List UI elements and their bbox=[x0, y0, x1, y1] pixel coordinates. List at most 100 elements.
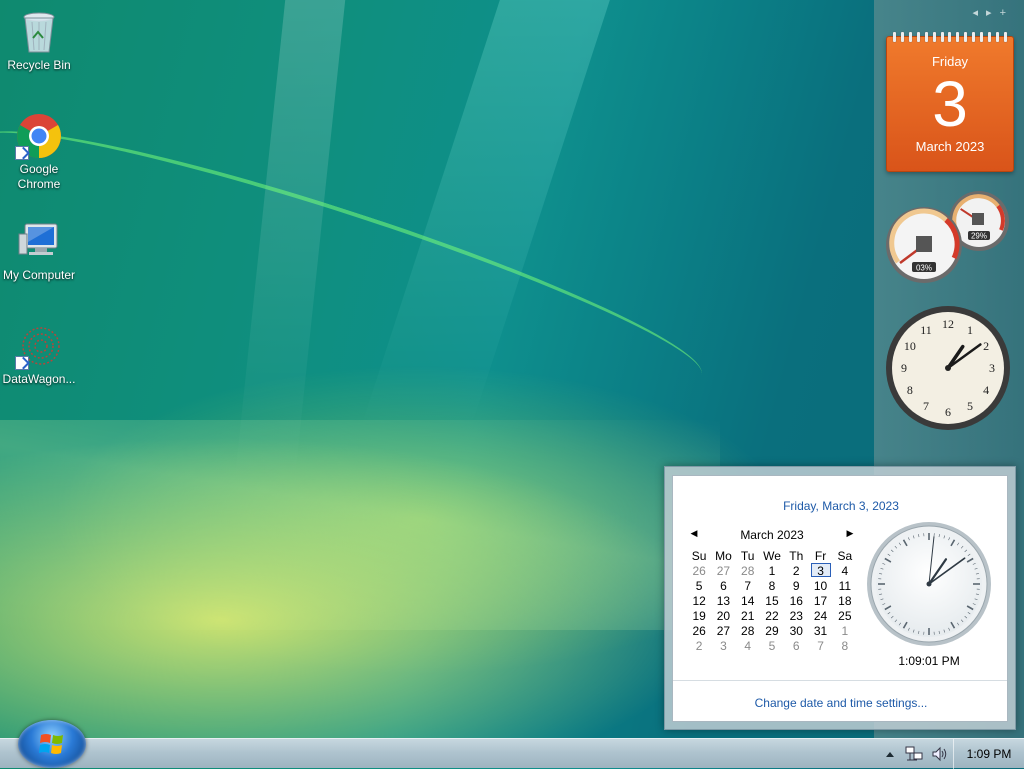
calendar-day[interactable]: 14 bbox=[736, 593, 760, 608]
divider bbox=[673, 680, 1007, 681]
desktop-icon-label: DataWagon... bbox=[0, 372, 78, 387]
show-hidden-icons-icon[interactable] bbox=[879, 739, 901, 769]
calendar-day[interactable]: 28 bbox=[736, 623, 760, 638]
cpu-meter-gadget[interactable]: 29% 03% bbox=[884, 190, 1012, 285]
clock-numeral: 4 bbox=[983, 383, 989, 397]
calendar-day[interactable]: 7 bbox=[736, 578, 760, 593]
system-tray: 1:09 PM bbox=[879, 739, 1024, 769]
add-gadget-icon[interactable]: + bbox=[1000, 7, 1014, 19]
wallpaper-streak bbox=[360, 0, 610, 430]
calendar-day[interactable]: 24 bbox=[808, 608, 832, 623]
calendar-day[interactable]: 25 bbox=[833, 608, 857, 623]
long-date[interactable]: Friday, March 3, 2023 bbox=[673, 499, 1009, 513]
analog-clock bbox=[865, 520, 993, 648]
calendar-week-row: 2345678 bbox=[687, 638, 857, 653]
calendar-day[interactable]: 5 bbox=[760, 638, 784, 653]
weekday-header: Su bbox=[687, 548, 711, 563]
desktop-icon-datawagon[interactable]: DataWagon... bbox=[0, 322, 78, 387]
desktop-icon-my-computer[interactable]: My Computer bbox=[0, 218, 78, 283]
calendar-day[interactable]: 20 bbox=[711, 608, 735, 623]
calendar-day[interactable]: 1 bbox=[833, 623, 857, 638]
calendar-gadget[interactable]: Friday 3 March 2023 bbox=[886, 36, 1014, 172]
volume-icon[interactable] bbox=[927, 739, 953, 769]
calendar-day[interactable]: 23 bbox=[784, 608, 808, 623]
weekday-header: Tu bbox=[736, 548, 760, 563]
wallpaper-streak bbox=[235, 0, 345, 480]
datawagon-icon bbox=[15, 322, 63, 370]
calendar-day[interactable]: 26 bbox=[687, 563, 711, 578]
calendar-day[interactable]: 4 bbox=[833, 563, 857, 578]
weekday-header: Sa bbox=[833, 548, 857, 563]
calendar-day[interactable]: 31 bbox=[808, 623, 832, 638]
calendar-day[interactable]: 11 bbox=[833, 578, 857, 593]
network-icon[interactable] bbox=[901, 739, 927, 769]
clock-numeral: 8 bbox=[907, 383, 913, 397]
sidebar-controls[interactable]: ◂▸+ bbox=[973, 6, 1015, 19]
desktop-icon-label: Recycle Bin bbox=[0, 58, 78, 73]
taskbar: 1:09 PM bbox=[0, 738, 1024, 768]
date-time-flyout: Friday, March 3, 2023 ◀ March 2023 ▶ Su M… bbox=[664, 466, 1016, 730]
calendar-day-today[interactable]: 3 bbox=[808, 563, 832, 578]
calendar-day[interactable]: 27 bbox=[711, 623, 735, 638]
calendar-day[interactable]: 7 bbox=[808, 638, 832, 653]
calendar-day[interactable]: 22 bbox=[760, 608, 784, 623]
calendar-day[interactable]: 5 bbox=[687, 578, 711, 593]
clock-numeral: 3 bbox=[989, 361, 995, 375]
calendar-day[interactable]: 6 bbox=[784, 638, 808, 653]
calendar-day[interactable]: 21 bbox=[736, 608, 760, 623]
change-date-time-settings-link[interactable]: Change date and time settings... bbox=[673, 696, 1009, 710]
calendar-day[interactable]: 15 bbox=[760, 593, 784, 608]
taskbar-clock[interactable]: 1:09 PM bbox=[953, 739, 1024, 769]
clock-numeral: 2 bbox=[983, 339, 989, 353]
clock-numeral: 10 bbox=[904, 339, 916, 353]
calendar-day[interactable]: 27 bbox=[711, 563, 735, 578]
start-button[interactable] bbox=[18, 720, 86, 768]
desktop-icon-label: Google Chrome bbox=[0, 162, 78, 192]
calendar-day[interactable]: 13 bbox=[711, 593, 735, 608]
calendar-day[interactable]: 18 bbox=[833, 593, 857, 608]
cpu-percent: 03% bbox=[916, 264, 932, 273]
calendar-day[interactable]: 8 bbox=[833, 638, 857, 653]
month-title[interactable]: March 2023 bbox=[687, 528, 857, 542]
calendar-day[interactable]: 2 bbox=[784, 563, 808, 578]
month-navigation: ◀ March 2023 ▶ bbox=[687, 528, 857, 544]
calendar-day[interactable]: 12 bbox=[687, 593, 711, 608]
triangle-right-icon[interactable]: ▶ bbox=[843, 528, 857, 539]
wallpaper-arc bbox=[0, 95, 716, 419]
calendar-week-row: 2627281234 bbox=[687, 563, 857, 578]
desktop-icon-recycle-bin[interactable]: Recycle Bin bbox=[0, 8, 78, 73]
digital-time: 1:09:01 PM bbox=[865, 654, 993, 668]
calendar-day[interactable]: 28 bbox=[736, 563, 760, 578]
calendar-day[interactable]: 2 bbox=[687, 638, 711, 653]
computer-icon bbox=[15, 218, 63, 266]
clock-gadget[interactable]: 123456789101112 bbox=[884, 304, 1012, 432]
calendar-day[interactable]: 3 bbox=[711, 638, 735, 653]
calendar-day[interactable]: 8 bbox=[760, 578, 784, 593]
chevron-right-icon[interactable]: ▸ bbox=[986, 7, 1000, 19]
clock-numeral: 12 bbox=[942, 317, 954, 331]
date-time-flyout-body: Friday, March 3, 2023 ◀ March 2023 ▶ Su M… bbox=[672, 475, 1008, 722]
calendar-day[interactable]: 6 bbox=[711, 578, 735, 593]
calendar-week-row: 2627282930311 bbox=[687, 623, 857, 638]
clock-numeral: 11 bbox=[920, 323, 932, 337]
wallpaper-glow bbox=[0, 420, 720, 630]
recycle-bin-icon bbox=[15, 8, 63, 56]
desktop-icon-label: My Computer bbox=[0, 268, 78, 283]
calendar-day[interactable]: 1 bbox=[760, 563, 784, 578]
calendar-gadget-month: March 2023 bbox=[887, 139, 1013, 154]
shortcut-arrow-icon bbox=[15, 146, 29, 160]
calendar-day[interactable]: 29 bbox=[760, 623, 784, 638]
calendar-day[interactable]: 17 bbox=[808, 593, 832, 608]
chevron-left-icon[interactable]: ◂ bbox=[973, 7, 987, 19]
calendar-day[interactable]: 9 bbox=[784, 578, 808, 593]
clock-numeral: 7 bbox=[923, 399, 929, 413]
calendar-day[interactable]: 30 bbox=[784, 623, 808, 638]
calendar-day[interactable]: 4 bbox=[736, 638, 760, 653]
calendar-day[interactable]: 16 bbox=[784, 593, 808, 608]
calendar-day[interactable]: 26 bbox=[687, 623, 711, 638]
calendar-week-row: 12131415161718 bbox=[687, 593, 857, 608]
calendar-week-row: 567891011 bbox=[687, 578, 857, 593]
calendar-day[interactable]: 10 bbox=[808, 578, 832, 593]
calendar-day[interactable]: 19 bbox=[687, 608, 711, 623]
desktop-icon-chrome[interactable]: Google Chrome bbox=[0, 112, 78, 192]
